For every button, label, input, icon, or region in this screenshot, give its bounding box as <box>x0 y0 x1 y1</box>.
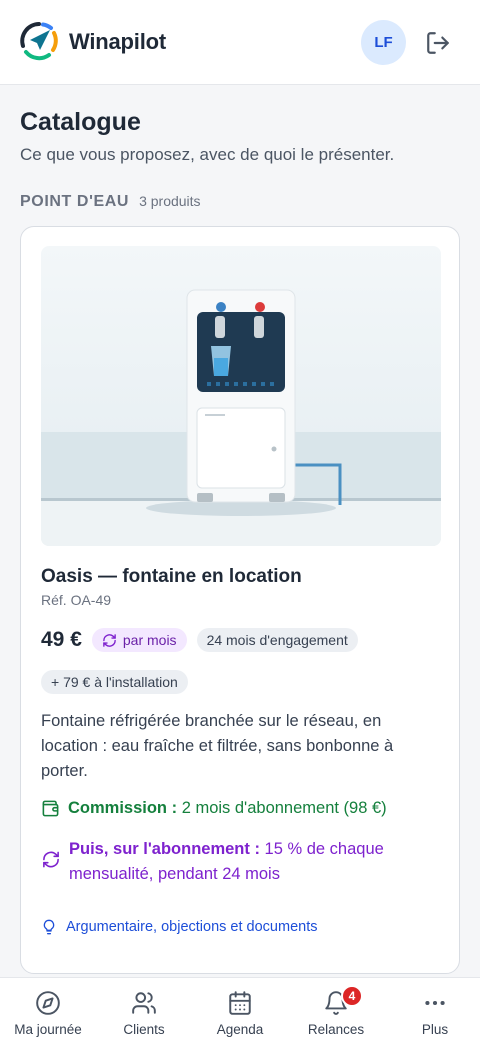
lightbulb-icon <box>43 919 55 935</box>
nav-label: Clients <box>123 1022 165 1037</box>
product-image <box>41 246 441 546</box>
calendar-icon <box>229 991 251 1015</box>
recurring-label: Puis, sur l'abonnement : <box>69 840 260 858</box>
nav-label: Agenda <box>216 1022 264 1037</box>
nav-item-agenda[interactable]: Agenda <box>192 978 288 1039</box>
commission-row: Commission : 2 mois d'abonnement (98 €) <box>41 799 387 818</box>
product-ref: Réf. OA-49 <box>41 592 112 608</box>
nav-item-plus[interactable]: Plus <box>387 978 480 1039</box>
arguments-link-label[interactable]: Argumentaire, objections et documents <box>66 919 317 935</box>
install-fee-pill: + 79 € à l'installation <box>41 670 188 694</box>
commission-label: Commission : <box>68 799 178 817</box>
logout-icon[interactable] <box>425 30 451 56</box>
product-description: Fontaine réfrigérée branchée sur le rése… <box>41 712 394 780</box>
compass-icon <box>36 991 60 1015</box>
nav-label: Relances <box>307 1022 365 1037</box>
section-count: 3 produits <box>139 193 201 209</box>
more-icon <box>425 1000 445 1006</box>
nav-item-relances[interactable]: 4 Relances <box>288 978 384 1039</box>
nav-item-ma-journee[interactable]: Ma journée <box>0 978 96 1039</box>
section-header: POINT D'EAU 3 produits <box>20 193 201 211</box>
recurring-row: Puis, sur l'abonnement : 15 % de chaque … <box>41 837 441 887</box>
bottom-nav: Ma journée Clients Agenda 4 Relances Plu… <box>0 977 480 1039</box>
product-card[interactable]: Oasis — fontaine en location Réf. OA-49 … <box>20 226 460 974</box>
users-icon <box>132 992 156 1014</box>
refresh-icon <box>103 633 116 647</box>
engagement-pill: 24 mois d'engagement <box>196 628 358 652</box>
product-price: 49 € <box>41 628 82 651</box>
nav-label: Ma journée <box>14 1022 82 1037</box>
refresh-icon <box>43 851 59 868</box>
page-subtitle: Ce que vous proposez, avec de quoi le pr… <box>20 145 395 164</box>
app-name: Winapilot <box>69 29 166 54</box>
section-title: POINT D'EAU <box>20 193 130 210</box>
notification-badge: 4 <box>341 985 363 1007</box>
user-avatar[interactable]: LF <box>361 20 406 65</box>
period-label: par mois <box>122 632 177 648</box>
commission-value: 2 mois d'abonnement (98 €) <box>181 799 387 817</box>
page-title: Catalogue <box>20 108 141 136</box>
product-name: Oasis — fontaine en location <box>41 566 302 587</box>
winapilot-logo-icon[interactable] <box>19 21 59 61</box>
nav-item-clients[interactable]: Clients <box>96 978 192 1039</box>
price-row: 49 € par mois 24 mois d'engagement <box>41 628 358 652</box>
period-badge: par mois <box>91 628 187 652</box>
top-bar: Winapilot LF <box>0 0 480 85</box>
nav-label: Plus <box>421 1022 449 1037</box>
arguments-link[interactable]: Argumentaire, objections et documents <box>41 919 317 935</box>
wallet-icon <box>42 800 59 817</box>
